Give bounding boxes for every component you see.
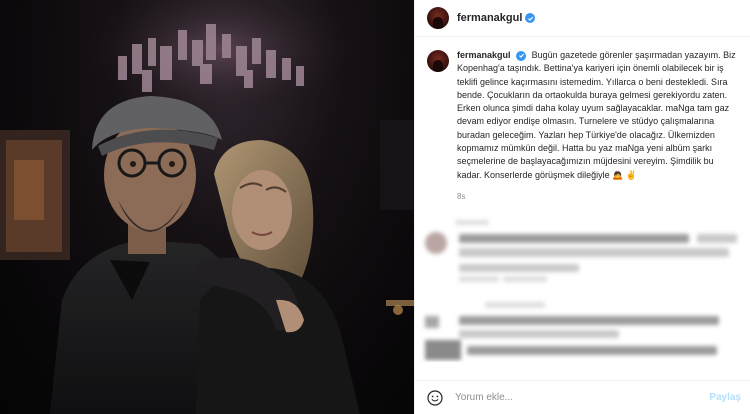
verified-badge-icon	[516, 50, 527, 61]
verified-badge-icon	[525, 13, 536, 23]
post-photo[interactable]	[0, 0, 414, 414]
post-time[interactable]: 8s	[457, 190, 737, 203]
blurred-comments	[415, 212, 750, 362]
post-photo-illustration	[0, 0, 414, 414]
caption-text: Bugün gazetede görenler şaşırmadan yazay…	[457, 50, 736, 180]
smiley-icon[interactable]	[427, 389, 443, 406]
caption-username[interactable]: fermanakgul	[457, 50, 511, 60]
post-comment-button[interactable]: Paylaş	[709, 392, 741, 403]
caption-avatar[interactable]	[427, 50, 449, 72]
comment-input[interactable]: Yorum ekle...	[455, 392, 709, 403]
comment-composer: Yorum ekle... Paylaş	[415, 380, 750, 414]
avatar[interactable]	[427, 7, 449, 29]
caption: fermanakgul Bugün gazetede görenler şaşı…	[415, 37, 750, 203]
username-link[interactable]: fermanakgul	[457, 12, 522, 24]
post-header: fermanakgul	[415, 0, 750, 37]
post-side-panel: fermanakgul fermanakgul Bugün gazetede g…	[414, 0, 750, 414]
